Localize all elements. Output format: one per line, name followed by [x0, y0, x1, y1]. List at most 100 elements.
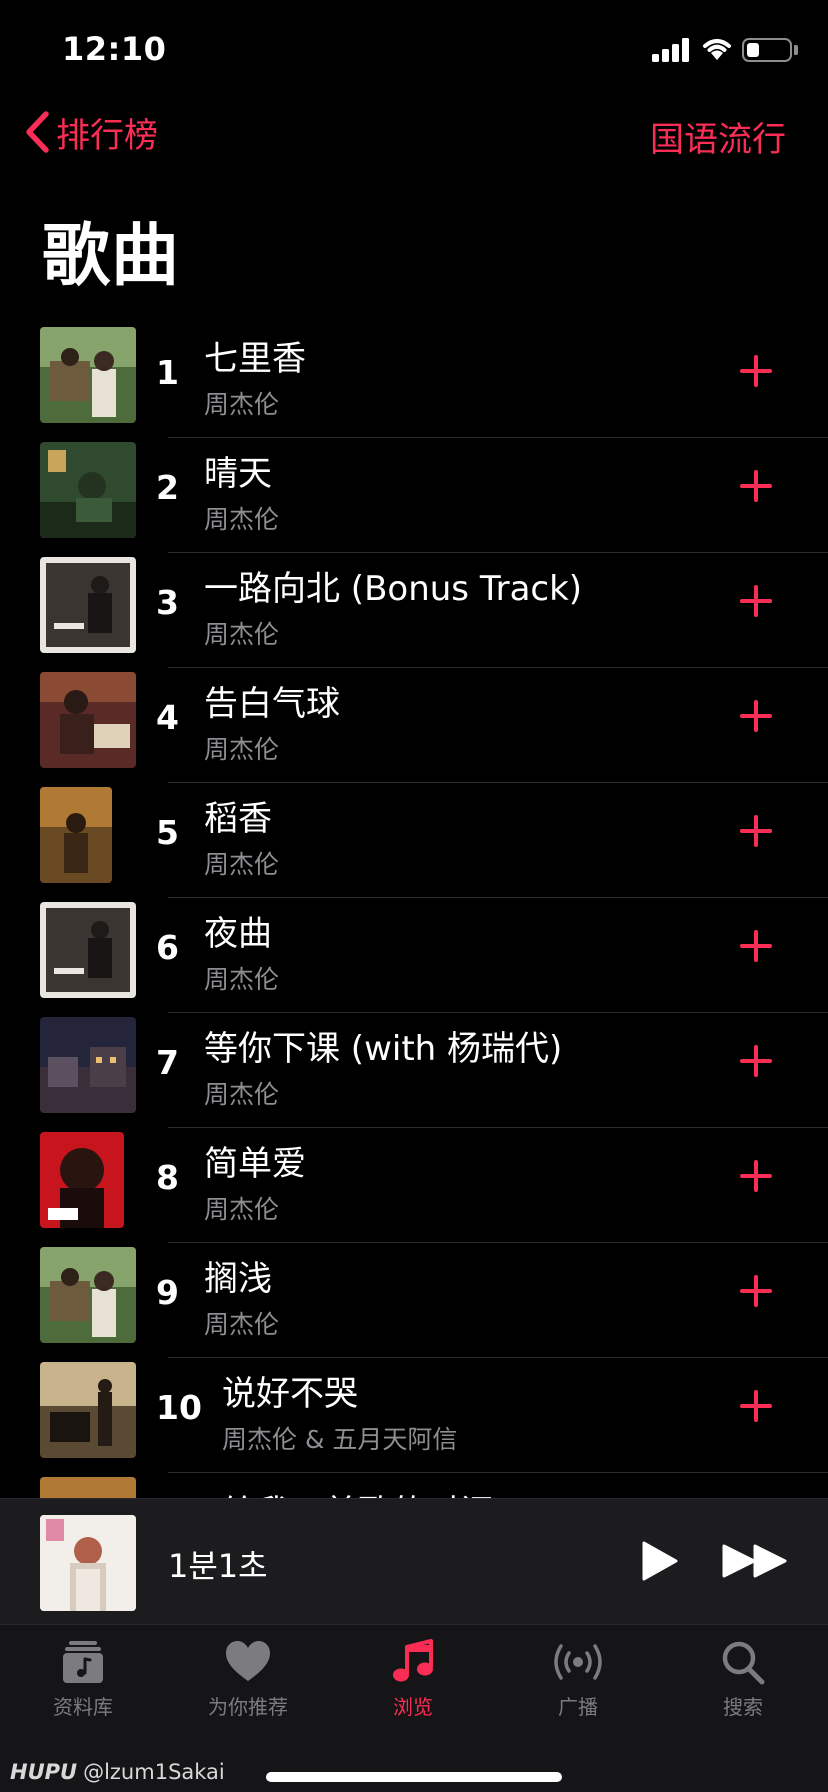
song-artist: 周杰伦 [204, 620, 280, 649]
song-title: 一路向北 (Bonus Track) [204, 569, 583, 609]
tab-radio[interactable]: 广播 [508, 1639, 648, 1720]
song-artist: 周杰伦 [204, 965, 280, 994]
watermark-handle: @lzum1Sakai [83, 1760, 225, 1784]
album-cover [40, 1247, 136, 1343]
add-icon[interactable] [738, 1388, 774, 1424]
navigation-bar: 排行榜 国语流行 [0, 100, 828, 164]
song-rank: 6 [156, 928, 179, 967]
screen: { "status_bar": { "time": "12:10" }, "na… [0, 0, 828, 1792]
tab-bar: 资料库 为你推荐 浏览 广播 搜索 [0, 1624, 828, 1724]
page-title: 歌曲 [42, 217, 181, 296]
add-icon[interactable] [738, 698, 774, 734]
song-artist: 周杰伦 [204, 850, 280, 879]
song-artist: 周杰伦 & 五月天阿信 [222, 1425, 458, 1454]
radio-icon [554, 1644, 602, 1680]
watermark: HUPU @lzum1Sakai [10, 1760, 225, 1784]
song-rank: 4 [156, 698, 179, 737]
album-cover [40, 557, 136, 653]
song-rank: 3 [156, 583, 179, 622]
song-row[interactable]: 10 说好不哭 周杰伦 & 五月天阿信 [0, 1358, 828, 1473]
song-title: 夜曲 [204, 914, 272, 954]
tab-label: 广播 [558, 1695, 598, 1719]
tab-for-you[interactable]: 为你推荐 [178, 1639, 318, 1720]
tab-label: 浏览 [393, 1695, 433, 1719]
album-cover [40, 442, 136, 538]
song-row[interactable]: 6 夜曲 周杰伦 [0, 898, 828, 1013]
status-bar: 12:10 [0, 0, 828, 100]
song-row[interactable]: 7 等你下课 (with 杨瑞代) 周杰伦 [0, 1013, 828, 1128]
genre-link[interactable]: 国语流行 [650, 112, 786, 161]
album-cover [40, 787, 112, 883]
add-icon[interactable] [738, 353, 774, 389]
fast-forward-icon[interactable] [722, 1543, 788, 1579]
mini-player[interactable]: 1분1초 [0, 1498, 828, 1624]
song-title: 七里香 [204, 339, 306, 379]
song-row[interactable]: 2 晴天 周杰伦 [0, 438, 828, 553]
song-rank: 10 [156, 1388, 202, 1427]
song-artist: 周杰伦 [204, 1080, 280, 1109]
back-label: 排行榜 [56, 115, 158, 156]
tab-label: 搜索 [723, 1695, 763, 1719]
tab-label: 为你推荐 [208, 1695, 288, 1719]
library-icon [63, 1641, 103, 1683]
album-cover [40, 1017, 136, 1113]
tab-library[interactable]: 资料库 [13, 1639, 153, 1720]
song-rank: 8 [156, 1158, 179, 1197]
add-icon[interactable] [738, 468, 774, 504]
song-title: 晴天 [204, 454, 272, 494]
song-artist: 周杰伦 [204, 390, 280, 419]
now-playing-title: 1분1초 [168, 1547, 268, 1585]
song-row[interactable]: 9 搁浅 周杰伦 [0, 1243, 828, 1358]
watermark-brand: HUPU [10, 1760, 78, 1784]
song-artist: 周杰伦 [204, 1310, 280, 1339]
song-row[interactable]: 3 一路向北 (Bonus Track) 周杰伦 [0, 553, 828, 668]
music-note-icon [393, 1639, 433, 1682]
now-playing-cover [40, 1515, 136, 1611]
add-icon[interactable] [738, 1043, 774, 1079]
song-list: 1 七里香 周杰伦 2 晴天 周杰伦 3 一路向北 (Bonus Track) … [0, 323, 828, 1513]
add-icon[interactable] [738, 1273, 774, 1309]
add-icon[interactable] [738, 583, 774, 619]
song-rank: 7 [156, 1043, 179, 1082]
album-cover [40, 1132, 124, 1228]
song-rank: 1 [156, 353, 179, 392]
song-title: 说好不哭 [222, 1374, 358, 1414]
cellular-signal-icon [652, 38, 692, 62]
tab-browse[interactable]: 浏览 [343, 1639, 483, 1720]
add-icon[interactable] [738, 1158, 774, 1194]
battery-icon [742, 38, 792, 62]
album-cover [40, 1362, 136, 1458]
song-title: 搁浅 [204, 1259, 272, 1299]
song-row[interactable]: 4 告白气球 周杰伦 [0, 668, 828, 783]
bottom-area: HUPU @lzum1Sakai [0, 1724, 828, 1792]
album-cover [40, 672, 136, 768]
status-time: 12:10 [62, 30, 167, 68]
song-artist: 周杰伦 [204, 1195, 280, 1224]
album-cover [40, 902, 136, 998]
song-title: 等你下课 (with 杨瑞代) [204, 1029, 563, 1069]
back-button[interactable]: 排行榜 [22, 106, 158, 158]
tab-search[interactable]: 搜索 [673, 1639, 813, 1720]
home-indicator[interactable] [266, 1772, 562, 1782]
song-row[interactable]: 1 七里香 周杰伦 [0, 323, 828, 438]
song-row[interactable]: 5 稻香 周杰伦 [0, 783, 828, 898]
song-rank: 5 [156, 813, 179, 852]
add-icon[interactable] [738, 928, 774, 964]
heart-icon [226, 1641, 270, 1681]
tab-label: 资料库 [53, 1695, 113, 1719]
song-row[interactable]: 8 简单爱 周杰伦 [0, 1128, 828, 1243]
wifi-icon [703, 39, 731, 60]
song-title: 简单爱 [204, 1144, 306, 1184]
song-title: 告白气球 [204, 684, 340, 724]
battery-cap [794, 45, 798, 55]
song-title: 稻香 [204, 799, 272, 839]
song-rank: 9 [156, 1273, 179, 1312]
song-artist: 周杰伦 [204, 505, 280, 534]
album-cover [40, 327, 136, 423]
song-artist: 周杰伦 [204, 735, 280, 764]
search-icon [722, 1641, 765, 1685]
add-icon[interactable] [738, 813, 774, 849]
song-rank: 2 [156, 468, 179, 507]
play-icon[interactable] [636, 1539, 680, 1583]
chevron-left-icon [26, 111, 49, 153]
